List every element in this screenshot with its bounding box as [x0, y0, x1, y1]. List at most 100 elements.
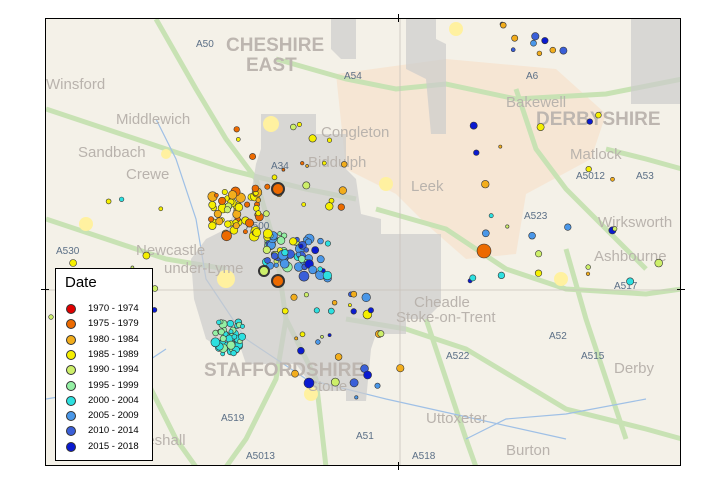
legend-item: 2005 - 2009 — [66, 410, 152, 424]
event-marker — [481, 180, 490, 189]
event-marker — [245, 218, 254, 228]
event-marker — [289, 237, 298, 246]
legend-label: 1990 - 1994 — [88, 364, 139, 376]
event-marker — [317, 237, 324, 245]
place-label: EAST — [246, 55, 297, 76]
legend-item: 2000 - 2004 — [66, 395, 152, 409]
road-label: A50 — [196, 39, 214, 50]
road-label: A53 — [636, 171, 654, 182]
event-marker — [300, 161, 305, 166]
road-label: A523 — [524, 211, 548, 222]
place-label: Stoke-on-Trent — [396, 309, 496, 326]
event-marker — [258, 265, 270, 277]
road-label: A5013 — [246, 451, 275, 462]
frame-tick — [677, 289, 685, 290]
legend-item: 2010 - 2014 — [66, 425, 152, 439]
event-marker — [228, 329, 234, 334]
event-marker — [296, 122, 302, 128]
place-label: Uttoxeter — [426, 410, 487, 427]
event-marker — [327, 333, 332, 338]
legend-label: 2005 - 2009 — [88, 410, 139, 422]
event-marker — [208, 200, 217, 209]
event-marker — [559, 46, 568, 55]
event-marker — [305, 238, 312, 246]
event-marker — [612, 226, 618, 232]
event-marker — [338, 186, 347, 195]
event-marker — [377, 330, 385, 338]
legend-item: 1970 - 1974 — [66, 303, 152, 317]
event-marker — [585, 166, 592, 173]
event-marker — [481, 229, 490, 238]
event-marker — [610, 177, 615, 182]
event-marker — [488, 213, 494, 219]
frame-tick — [398, 14, 399, 22]
event-marker — [528, 232, 536, 240]
legend-swatch — [66, 395, 76, 406]
event-marker — [216, 319, 222, 325]
road-label: A5012 — [576, 171, 605, 182]
event-marker — [232, 222, 240, 229]
event-marker — [317, 266, 323, 272]
event-marker — [510, 47, 516, 53]
event-marker — [218, 196, 227, 205]
event-marker — [330, 377, 340, 387]
event-marker — [242, 229, 248, 235]
event-marker — [271, 174, 278, 181]
event-marker — [505, 224, 510, 229]
place-label: Biddulph — [308, 154, 366, 171]
event-marker — [264, 257, 271, 264]
place-label: Burton — [506, 442, 550, 459]
event-marker — [303, 247, 309, 253]
event-marker — [531, 32, 540, 41]
event-marker — [564, 223, 572, 231]
event-marker — [354, 395, 359, 400]
event-marker — [469, 121, 478, 130]
legend-item: 1990 - 1994 — [66, 364, 152, 378]
legend-item: 1995 - 1999 — [66, 380, 152, 394]
event-marker — [217, 328, 225, 336]
event-marker — [281, 307, 289, 315]
event-marker — [350, 290, 358, 298]
legend-label: 2015 - 2018 — [88, 440, 139, 452]
place-label: Matlock — [570, 146, 622, 163]
road-label: A52 — [549, 331, 567, 342]
event-marker — [315, 339, 321, 345]
event-marker — [271, 274, 285, 288]
legend-title: Date — [65, 274, 97, 291]
event-marker — [230, 350, 237, 357]
event-marker — [321, 160, 327, 166]
frame-tick — [41, 289, 49, 290]
road-label: A530 — [56, 246, 80, 257]
event-marker — [142, 251, 151, 260]
event-marker — [497, 271, 506, 279]
place-label: Crewe — [126, 166, 169, 183]
event-marker — [215, 217, 224, 226]
event-marker — [69, 259, 77, 267]
legend-label: 2000 - 2004 — [88, 394, 139, 406]
event-marker — [264, 183, 271, 190]
event-marker — [281, 249, 289, 257]
event-marker — [298, 270, 310, 282]
event-marker — [298, 243, 304, 249]
event-marker — [303, 377, 315, 389]
event-marker — [347, 303, 352, 308]
legend-label: 1975 - 1979 — [88, 318, 139, 330]
event-marker — [311, 246, 320, 254]
legend-label: 1995 - 1999 — [88, 379, 139, 391]
legend-swatch — [66, 304, 76, 314]
event-marker — [626, 277, 634, 286]
road-label: A54 — [344, 71, 362, 82]
event-marker — [255, 197, 262, 203]
event-marker — [350, 308, 357, 315]
event-marker — [367, 307, 374, 314]
frame-tick — [398, 462, 399, 470]
event-marker — [221, 189, 228, 196]
event-marker — [234, 203, 244, 212]
event-marker — [511, 34, 519, 42]
event-marker — [541, 37, 549, 45]
event-marker — [337, 203, 345, 211]
place-label: Derby — [614, 360, 655, 377]
road-label: A51 — [356, 431, 374, 442]
event-marker — [227, 190, 238, 200]
legend-label: 1985 - 1989 — [88, 348, 139, 360]
